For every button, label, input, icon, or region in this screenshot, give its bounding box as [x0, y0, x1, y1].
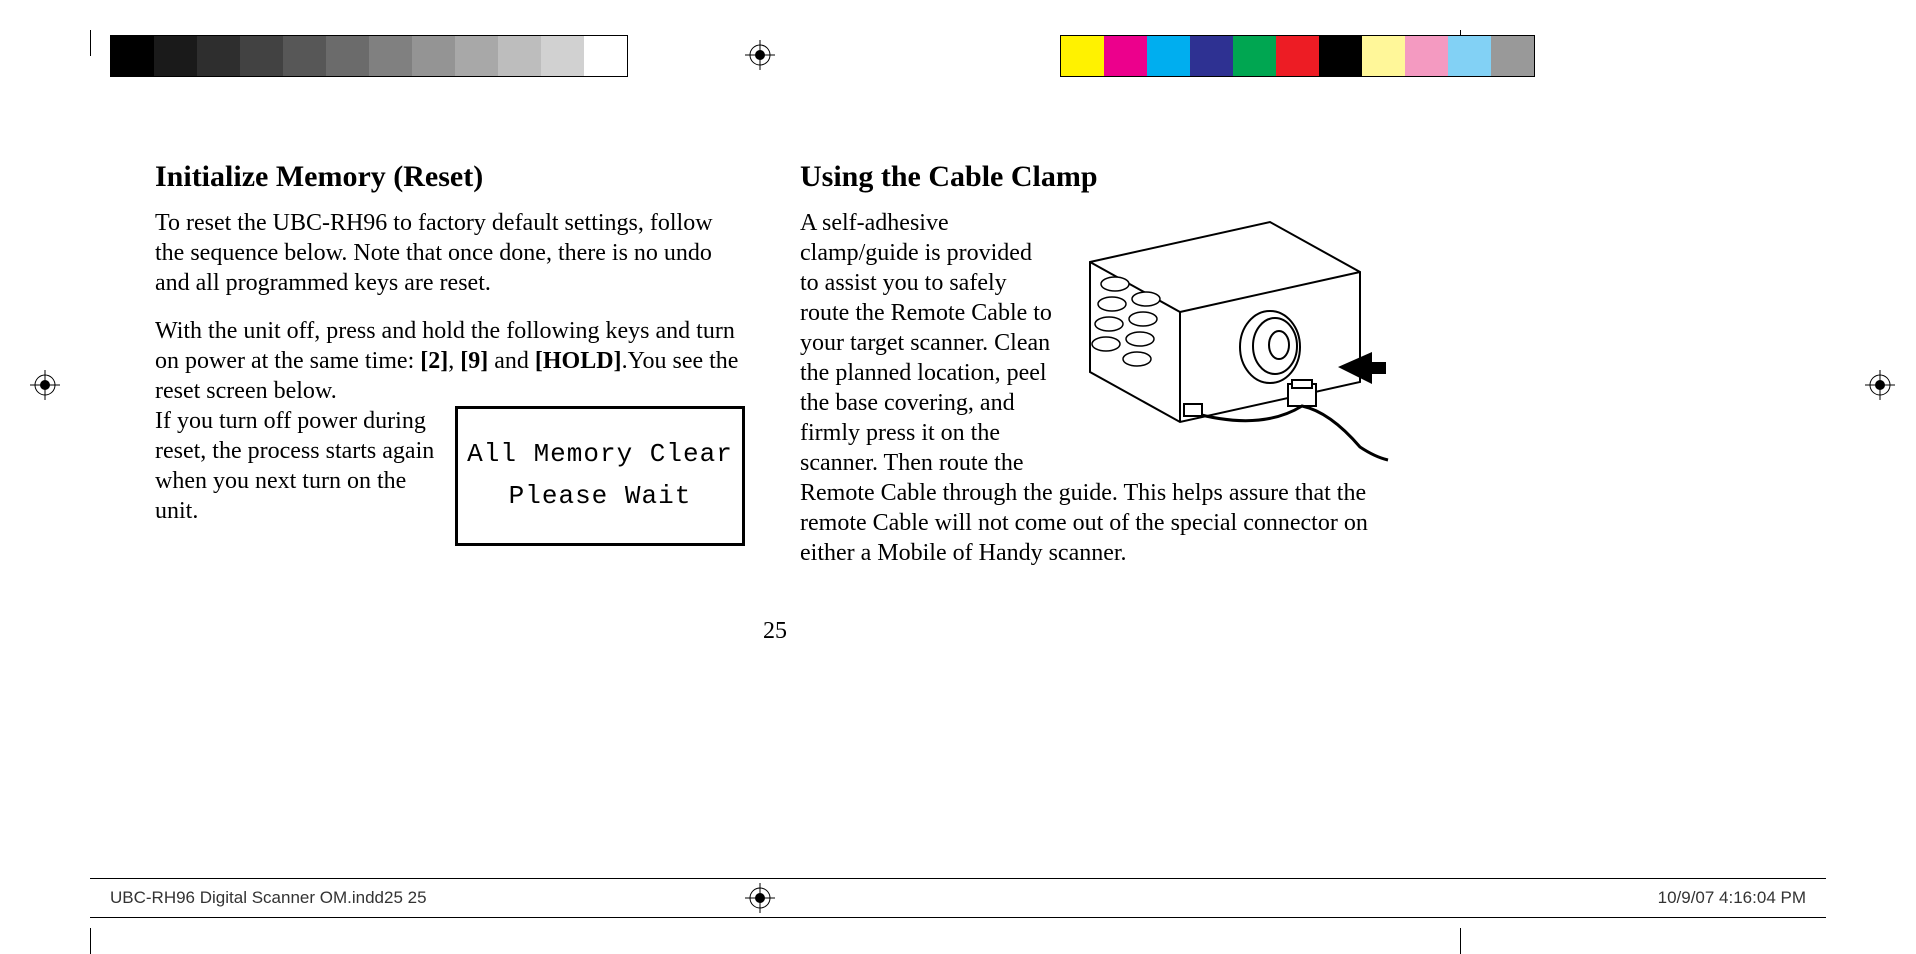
scanner-cable-clamp-illustration — [1060, 212, 1390, 462]
registration-mark-icon — [745, 40, 775, 70]
key-sequence-label: [2] — [420, 348, 448, 374]
footer-filename: UBC-RH96 Digital Scanner OM.indd25 25 — [110, 888, 427, 908]
body-text: With the unit off, press and hold the fo… — [155, 316, 745, 406]
crop-mark — [90, 928, 91, 954]
footer-timestamp: 10/9/07 4:16:04 PM — [1658, 888, 1806, 908]
crop-mark — [90, 30, 91, 56]
body-text: To reset the UBC-RH96 to factory default… — [155, 208, 745, 298]
column-left: Initialize Memory (Reset) To reset the U… — [155, 160, 745, 568]
heading-cable-clamp: Using the Cable Clamp — [800, 160, 1390, 194]
printer-marks-top — [0, 30, 1916, 80]
page-content: Initialize Memory (Reset) To reset the U… — [155, 160, 1395, 780]
registration-mark-icon — [1865, 370, 1895, 400]
heading-initialize-memory: Initialize Memory (Reset) — [155, 160, 745, 194]
crop-mark — [1460, 928, 1461, 954]
color-calibration-bar — [1060, 35, 1535, 77]
key-sequence-label: [9] — [460, 348, 488, 374]
grayscale-calibration-bar — [110, 35, 628, 77]
lcd-line: Please Wait — [509, 476, 692, 518]
lcd-line: All Memory Clear — [467, 434, 733, 476]
lcd-screen-illustration: All Memory Clear Please Wait — [455, 406, 745, 546]
registration-mark-icon — [30, 370, 60, 400]
column-right: Using the Cable Clamp — [800, 160, 1390, 568]
key-sequence-label: [HOLD] — [535, 348, 622, 374]
printer-footer-bar: UBC-RH96 Digital Scanner OM.indd25 25 10… — [0, 878, 1916, 918]
registration-mark-icon — [745, 883, 775, 913]
body-text: If you turn off power during reset, the … — [155, 406, 445, 526]
page-number: 25 — [155, 618, 1395, 645]
